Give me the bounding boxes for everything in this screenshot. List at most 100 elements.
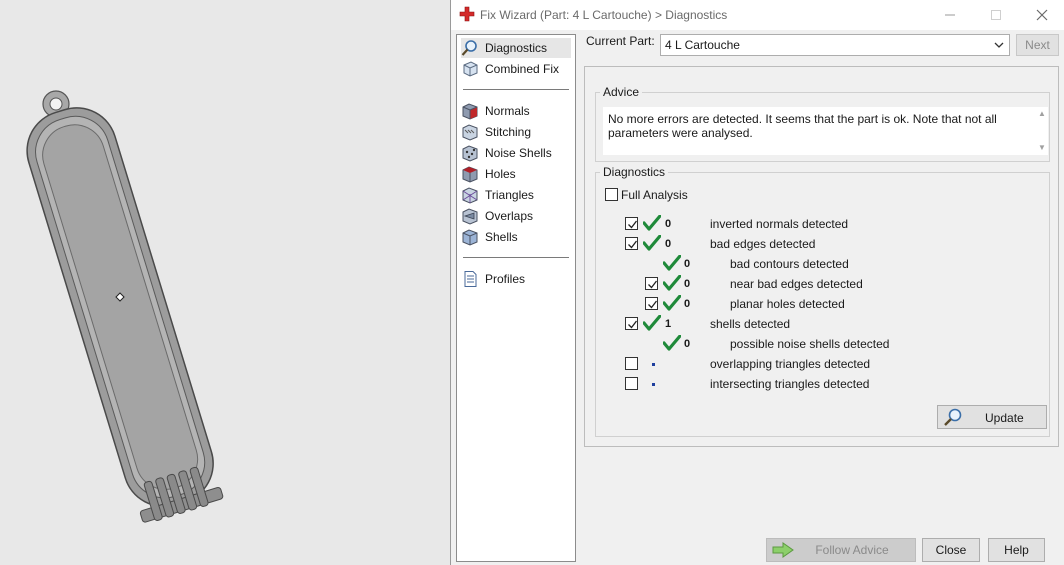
holes-icon — [462, 166, 478, 183]
bad-edges-checkbox[interactable] — [625, 237, 638, 250]
checkmark-icon — [628, 220, 638, 229]
nav-label: Diagnostics — [485, 41, 548, 55]
nav-label: Overlaps — [485, 209, 534, 223]
diagnostics-panel: Advice No more errors are detected. It s… — [584, 66, 1059, 447]
nav-item-combined-fix[interactable]: Combined Fix — [461, 59, 571, 79]
checkmark-icon — [648, 300, 658, 309]
nav-label: Shells — [485, 230, 518, 244]
fix-wizard-window: Fix Wizard (Part: 4 L Cartouche) > Diagn… — [450, 0, 1064, 565]
nav-item-overlaps[interactable]: Overlaps — [461, 206, 571, 226]
bad-contours-count: 0 — [684, 258, 691, 270]
intersecting-triangles-label: intersecting triangles detected — [710, 377, 870, 391]
close-icon — [1036, 9, 1048, 21]
full-analysis-checkbox[interactable] — [605, 188, 618, 201]
inverted-normals-checkbox[interactable] — [625, 217, 638, 230]
diagnostics-group: Diagnostics Full Analysis 0 inverted nor… — [595, 165, 1050, 437]
nav-item-stitching[interactable]: Stitching — [461, 122, 571, 142]
close-button[interactable]: Close — [922, 538, 980, 562]
arrow-right-icon — [772, 542, 794, 558]
intersecting-triangles-checkbox[interactable] — [625, 377, 638, 390]
follow-advice-label: Follow Advice — [815, 543, 889, 557]
nav-label: Holes — [485, 167, 516, 181]
pending-dot-icon — [652, 363, 655, 366]
inverted-normals-count: 0 — [665, 218, 672, 230]
bad-edges-label: bad edges detected — [710, 237, 816, 251]
stitching-icon — [462, 124, 478, 141]
chevron-down-icon — [994, 42, 1004, 48]
maximize-icon — [991, 10, 1001, 20]
shells-checkbox[interactable] — [625, 317, 638, 330]
nav-item-triangles[interactable]: Triangles — [461, 185, 571, 205]
advice-group: Advice No more errors are detected. It s… — [595, 85, 1050, 162]
nav-item-shells[interactable]: Shells — [461, 227, 571, 247]
planar-holes-checkbox[interactable] — [645, 297, 658, 310]
noise-shells-count: 0 — [684, 338, 691, 350]
checkmark-icon — [628, 320, 638, 329]
current-part-value: 4 L Cartouche — [665, 38, 740, 52]
window-title: Fix Wizard (Part: 4 L Cartouche) > Diagn… — [480, 8, 728, 22]
checkmark-icon — [648, 280, 658, 289]
part-model — [26, 90, 224, 523]
red-cross-icon — [459, 6, 475, 22]
nav-item-diagnostics[interactable]: Diagnostics — [461, 38, 571, 58]
ok-check-icon — [663, 275, 681, 291]
advice-scrollbar[interactable]: ▲ ▼ — [1036, 107, 1048, 155]
full-analysis-label: Full Analysis — [621, 188, 688, 202]
current-part-label: Current Part: — [586, 34, 655, 48]
overlaps-icon — [462, 208, 478, 225]
scroll-down-icon[interactable]: ▼ — [1038, 143, 1046, 152]
nav-item-holes[interactable]: Holes — [461, 164, 571, 184]
current-part-select[interactable]: 4 L Cartouche — [660, 34, 1010, 56]
cube-icon — [463, 61, 478, 77]
ok-check-icon — [643, 315, 661, 331]
normals-icon — [462, 103, 478, 120]
nav-label: Normals — [485, 104, 530, 118]
update-button[interactable]: Update — [937, 405, 1047, 429]
near-bad-edges-checkbox[interactable] — [645, 277, 658, 290]
nav-item-profiles[interactable]: Profiles — [461, 269, 571, 289]
ok-check-icon — [643, 235, 661, 251]
nav-label: Triangles — [485, 188, 534, 202]
help-button[interactable]: Help — [988, 538, 1045, 562]
diagnostics-title: Diagnostics — [600, 165, 669, 179]
triangles-icon — [462, 187, 478, 204]
title-bar[interactable]: Fix Wizard (Part: 4 L Cartouche) > Diagn… — [451, 0, 1064, 30]
pending-dot-icon — [652, 383, 655, 386]
near-bad-edges-label: near bad edges detected — [730, 277, 863, 291]
nav-divider — [463, 89, 569, 90]
shells-count: 1 — [665, 318, 672, 330]
minimize-icon — [945, 14, 955, 16]
advice-text: No more errors are detected. It seems th… — [603, 107, 1036, 155]
close-window-button[interactable] — [1019, 0, 1064, 30]
bad-edges-count: 0 — [665, 238, 672, 250]
follow-advice-button[interactable]: Follow Advice — [766, 538, 916, 562]
nav-label: Combined Fix — [485, 62, 560, 76]
advice-title: Advice — [600, 85, 643, 99]
planar-holes-count: 0 — [684, 298, 691, 310]
scroll-up-icon[interactable]: ▲ — [1038, 109, 1046, 118]
overlapping-triangles-checkbox[interactable] — [625, 357, 638, 370]
nav-item-normals[interactable]: Normals — [461, 101, 571, 121]
3d-viewport[interactable] — [0, 0, 450, 565]
overlapping-triangles-label: overlapping triangles detected — [710, 357, 871, 371]
planar-holes-label: planar holes detected — [730, 297, 845, 311]
near-bad-edges-count: 0 — [684, 278, 691, 290]
inverted-normals-label: inverted normals detected — [710, 217, 849, 231]
update-label: Update — [985, 411, 1024, 425]
bad-contours-label: bad contours detected — [730, 257, 849, 271]
wizard-nav: Diagnostics Combined Fix Normals Stitchi… — [456, 34, 576, 562]
nav-label: Noise Shells — [485, 146, 552, 160]
noise-shells-label: possible noise shells detected — [730, 337, 890, 351]
profiles-icon — [464, 271, 477, 287]
nav-divider — [463, 257, 569, 258]
next-button[interactable]: Next — [1016, 34, 1059, 56]
ok-check-icon — [663, 255, 681, 271]
shells-label: shells detected — [710, 317, 791, 331]
nav-item-noise-shells[interactable]: Noise Shells — [461, 143, 571, 163]
maximize-button[interactable] — [973, 0, 1019, 30]
nav-label: Profiles — [485, 272, 526, 286]
shells-icon — [462, 229, 478, 246]
minimize-button[interactable] — [927, 0, 973, 30]
nav-label: Stitching — [485, 125, 532, 139]
ok-check-icon — [663, 335, 681, 351]
